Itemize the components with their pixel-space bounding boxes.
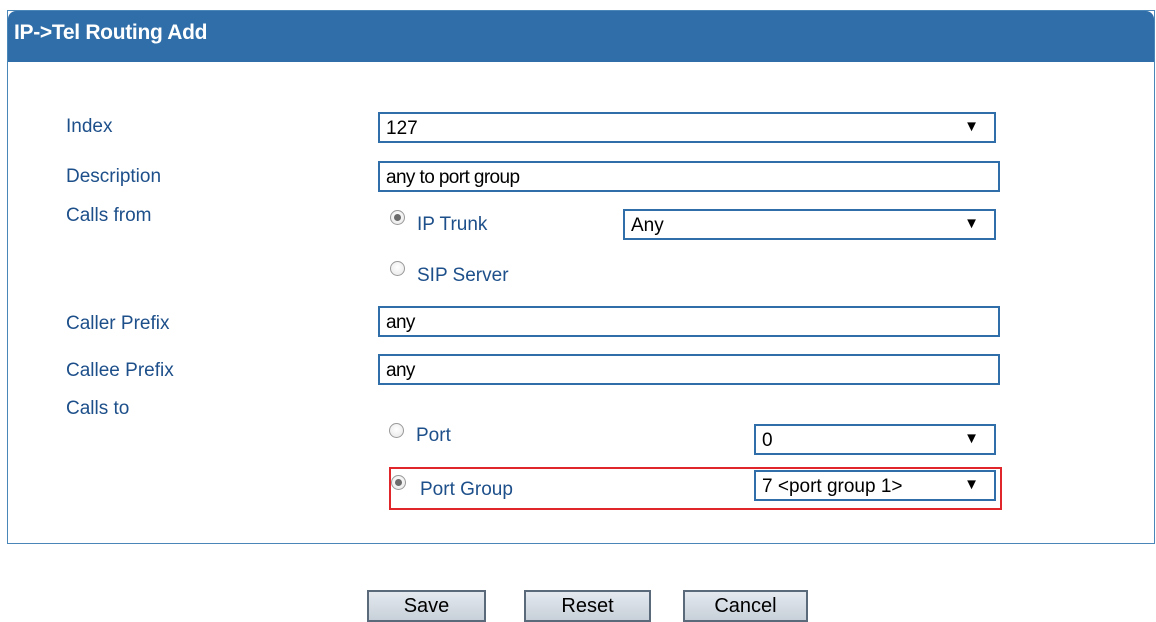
description-label: Description [66,166,162,187]
port-value: 0 [762,430,773,451]
index-value: 127 [386,118,418,139]
port-group-radio-icon[interactable] [391,475,406,490]
panel-header: IP->Tel Routing Add [8,11,1154,62]
sip-server-radio-icon[interactable] [390,261,405,276]
caller-prefix-field[interactable]: any [378,306,1000,337]
routing-add-panel: IP->Tel Routing Add [7,10,1155,544]
triangle-down-icon: ▼ [964,215,979,232]
calls-from-label: Calls from [66,205,152,226]
description-field[interactable]: any to port group [378,161,1000,192]
index-select[interactable]: 127 ▼ [378,112,996,143]
ip-trunk-label: IP Trunk [417,214,488,235]
callee-prefix-field[interactable]: any [378,354,1000,385]
caller-prefix-value: any [386,312,415,333]
port-label: Port [416,425,451,446]
save-button[interactable]: Save [367,590,486,622]
index-label: Index [66,116,113,137]
triangle-down-icon: ▼ [964,476,979,493]
description-value: any to port group [386,167,520,188]
port-group-label: Port Group [420,479,513,500]
sip-server-label: SIP Server [417,265,509,286]
ip-trunk-select[interactable]: Any ▼ [623,209,996,240]
port-group-value: 7 <port group 1> [762,476,903,497]
calls-to-label: Calls to [66,398,130,419]
callee-prefix-label: Callee Prefix [66,360,174,381]
cancel-button[interactable]: Cancel [683,590,808,622]
triangle-down-icon: ▼ [964,430,979,447]
caller-prefix-label: Caller Prefix [66,313,170,334]
callee-prefix-value: any [386,360,415,381]
page-title: IP->Tel Routing Add [14,21,208,44]
port-select[interactable]: 0 ▼ [754,424,996,455]
port-group-select[interactable]: 7 <port group 1> ▼ [754,470,996,501]
reset-button[interactable]: Reset [524,590,651,622]
ip-trunk-value: Any [631,215,664,236]
ip-trunk-radio-icon[interactable] [390,210,405,225]
port-radio-icon[interactable] [389,423,404,438]
triangle-down-icon: ▼ [964,118,979,135]
